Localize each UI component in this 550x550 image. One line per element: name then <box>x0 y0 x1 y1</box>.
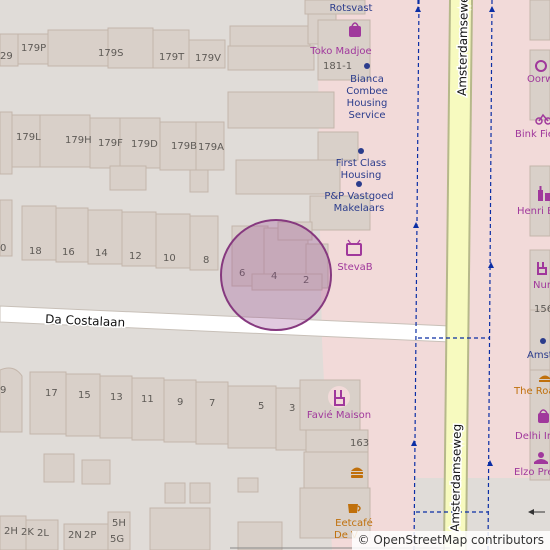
map-canvas[interactable]: Da Costalaan Amsterdamseweg Amsterdamsew… <box>0 0 550 550</box>
office-dot-icon <box>358 148 364 154</box>
office-dot-icon <box>356 181 362 187</box>
house-number: 179D <box>131 139 158 150</box>
house-number: 3 <box>289 403 295 414</box>
poi-label: Oorw <box>527 74 550 85</box>
house-number: 179F <box>98 138 123 149</box>
house-number: 2N <box>68 530 82 541</box>
house-number: 179V <box>195 53 221 64</box>
poi-label: Eetcafé <box>335 517 373 529</box>
house-number: 5 <box>258 401 264 412</box>
map-view[interactable]: Da Costalaan Amsterdamseweg Amsterdamsew… <box>0 0 550 550</box>
office-dot-icon <box>364 63 370 69</box>
poi-label: Toko Madjoe <box>309 46 371 57</box>
house-number: 29 <box>0 51 13 62</box>
house-number: 15 <box>78 390 91 401</box>
office-dot-icon <box>540 338 546 344</box>
poi-label: Rotsvast <box>330 3 373 14</box>
house-number: 12 <box>129 251 142 262</box>
house-number: 9 <box>0 385 6 396</box>
location-radius-marker[interactable] <box>220 219 332 331</box>
house-number: 179A <box>198 142 224 153</box>
poi-label: Amst <box>527 350 550 361</box>
poi-label: P&P Vastgoed <box>324 191 393 202</box>
map-attribution: © OpenStreetMap contributors <box>351 531 550 550</box>
house-number: 11 <box>141 394 154 405</box>
house-number: 18 <box>29 246 42 257</box>
poi-label: Elzo Pre <box>514 467 550 478</box>
house-number: 179T <box>159 52 185 63</box>
house-number: 156 <box>534 304 550 315</box>
poi-label: StevaB <box>337 262 372 273</box>
poi-label: The Roa <box>513 386 550 397</box>
poi-label: Bianca <box>350 74 384 85</box>
poi-label: Service <box>349 110 386 121</box>
poi-label: Bink Fie <box>515 129 550 140</box>
house-number: 5G <box>110 534 124 545</box>
osm-attribution-link[interactable]: OpenStreetMap contributors <box>373 533 544 547</box>
house-number: 7 <box>209 398 215 409</box>
poi-label: Makelaars <box>334 203 385 214</box>
poi-label: Henri B <box>517 206 550 217</box>
poi-label: First Class <box>336 158 387 169</box>
house-number: 179H <box>65 135 92 146</box>
house-number: 16 <box>62 247 75 258</box>
house-number: 179P <box>21 43 46 54</box>
house-number: 2L <box>37 528 49 539</box>
copyright-symbol: © <box>357 533 370 547</box>
house-number: 17 <box>45 388 58 399</box>
house-number: 181-1 <box>323 61 352 72</box>
house-number: 13 <box>110 392 123 403</box>
poi-label: Nur <box>533 280 550 291</box>
house-number: 179S <box>98 48 123 59</box>
house-number: 14 <box>95 248 108 259</box>
house-number: 163 <box>350 438 369 449</box>
poi-label: Delhi In <box>515 431 550 442</box>
poi-label: Housing <box>341 170 382 181</box>
house-number: 0 <box>0 243 6 254</box>
street-label-amsterdamseweg-north: Amsterdamseweg <box>455 0 471 96</box>
house-number: 8 <box>203 255 209 266</box>
poi-label: Housing <box>347 98 388 109</box>
house-number: 2H <box>4 526 18 537</box>
house-number: 179L <box>16 132 41 143</box>
poi-rotsvast[interactable]: Rotsvast <box>330 3 373 14</box>
house-number: 5H <box>112 518 126 529</box>
house-number: 9 <box>177 397 183 408</box>
poi-label: Favié Maison <box>307 409 371 421</box>
house-number: 179B <box>171 141 197 152</box>
house-number: 2K <box>21 527 34 538</box>
street-label-amsterdamseweg-south: Amsterdamseweg <box>448 424 464 532</box>
house-number: 10 <box>163 253 176 264</box>
house-number: 2P <box>84 530 96 541</box>
poi-label: Combee <box>346 86 388 97</box>
